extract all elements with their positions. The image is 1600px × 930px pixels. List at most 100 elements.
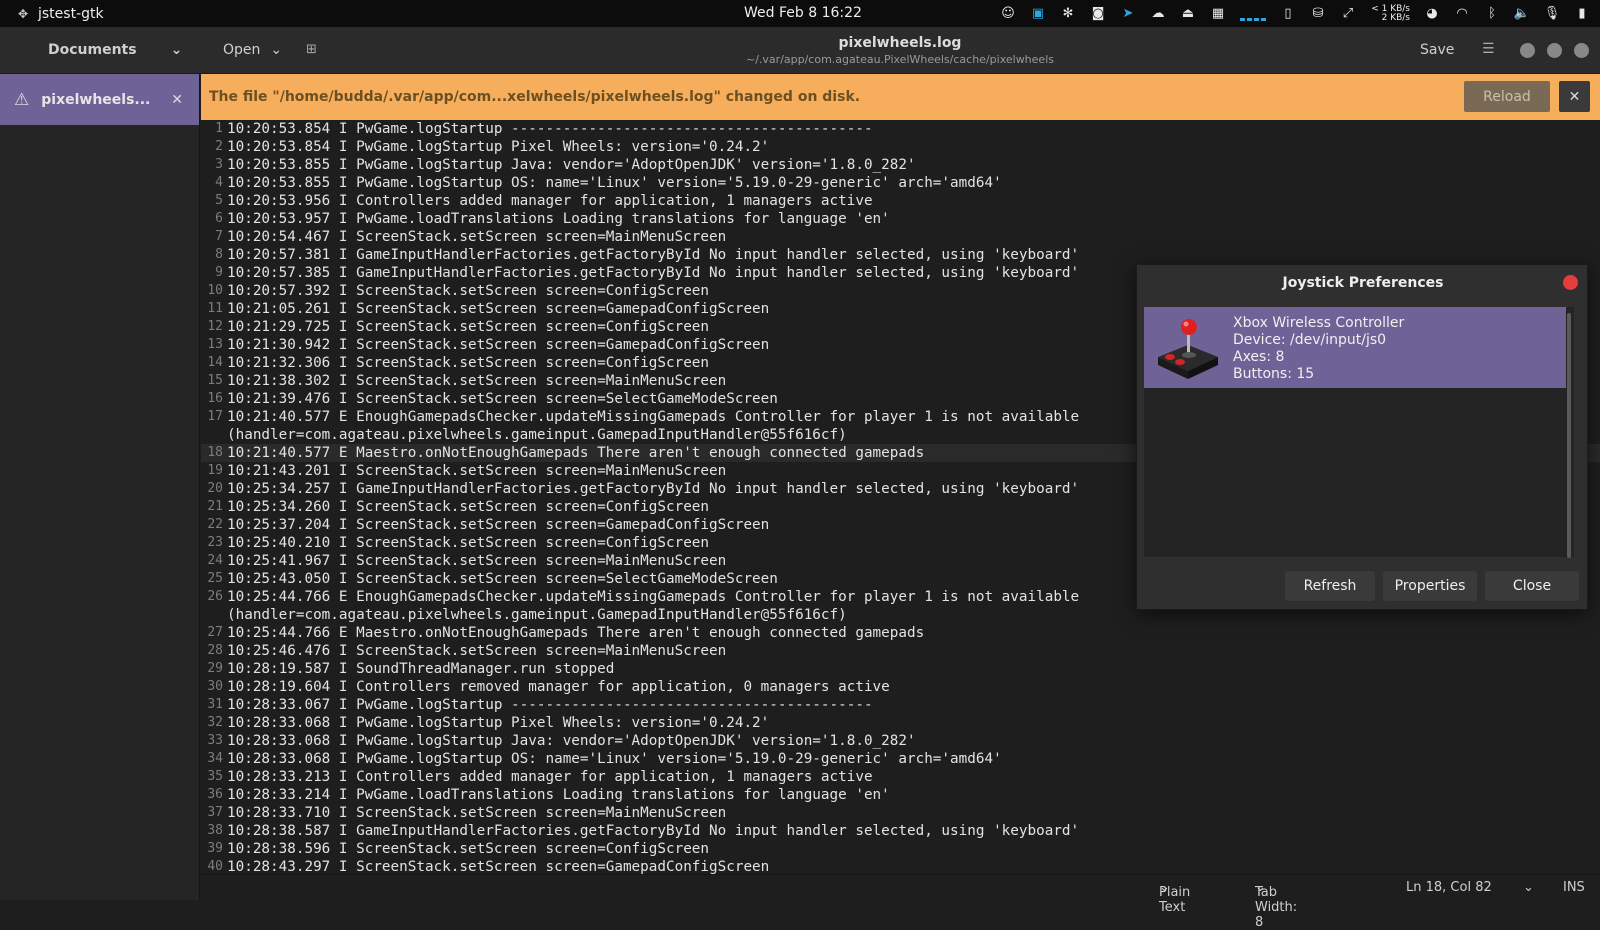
telegram-icon[interactable]: ➤ — [1120, 6, 1136, 22]
joystick-list[interactable]: Xbox Wireless Controller Device: /dev/in… — [1144, 307, 1574, 557]
cloud-icon[interactable]: ☁ — [1150, 6, 1166, 22]
editor-line[interactable]: 34 10:28:33.068 I PwGame.logStartup OS: n… — [201, 750, 1600, 768]
editor-line[interactable]: 4 10:20:53.855 I PwGame.logStartup OS: na… — [201, 174, 1600, 192]
new-document-icon[interactable]: ⊞ — [306, 42, 321, 57]
chevron-down-icon[interactable]: ⌄ — [1523, 880, 1534, 895]
list-scrollbar[interactable] — [1567, 313, 1571, 558]
dialog-title: Joystick Preferences — [1282, 275, 1444, 291]
editor-line[interactable]: 2 10:20:53.854 I PwGame.logStartup Pixel … — [201, 138, 1600, 156]
infobar-message: The file "/home/budda/.var/app/com...xel… — [209, 89, 861, 105]
line-number: 25 — [207, 571, 223, 586]
line-number: 16 — [207, 391, 223, 406]
editor-line[interactable]: 7 10:20:54.467 I ScreenStack.setScreen sc… — [201, 228, 1600, 246]
cpu-icon[interactable]: ▦ — [1210, 6, 1226, 22]
refresh-button[interactable]: Refresh — [1285, 571, 1375, 601]
line-text: 10:28:19.587 I SoundThreadManager.run st… — [227, 661, 615, 677]
insert-mode[interactable]: INS — [1563, 880, 1585, 895]
volume-icon[interactable]: 🔈 — [1514, 6, 1530, 22]
editor-line[interactable]: 29 10:28:19.587 I SoundThreadManager.run … — [201, 660, 1600, 678]
drive-icon[interactable]: ⛁ — [1310, 6, 1326, 22]
properties-button[interactable]: Properties — [1383, 571, 1477, 601]
editor-line[interactable]: 35 10:28:33.213 I Controllers added manag… — [201, 768, 1600, 786]
editor-line[interactable]: 28 10:25:46.476 I ScreenStack.setScreen s… — [201, 642, 1600, 660]
editor-line[interactable]: 33 10:28:33.068 I PwGame.logStartup Java:… — [201, 732, 1600, 750]
chevron-down-icon: ⌄ — [270, 42, 283, 58]
wifi-icon[interactable]: ◠ — [1454, 6, 1470, 22]
editor-line[interactable]: 39 10:28:38.596 I ScreenStack.setScreen s… — [201, 840, 1600, 858]
line-number: 6 — [215, 211, 223, 226]
line-number: 15 — [207, 373, 223, 388]
active-app-menu[interactable]: ✥ jstest-gtk — [0, 6, 300, 22]
line-text: 10:21:32.306 I ScreenStack.setScreen scr… — [227, 355, 710, 371]
editor-line[interactable]: 27 10:25:44.766 E Maestro.onNotEnoughGame… — [201, 624, 1600, 642]
documents-button[interactable]: Documents ⌄ — [48, 42, 182, 58]
line-text: 10:20:53.855 I PwGame.logStartup Java: v… — [227, 157, 916, 173]
editor-line[interactable]: 30 10:28:19.604 I Controllers removed man… — [201, 678, 1600, 696]
language-selector[interactable]: Plain Text ⌄ — [1159, 880, 1190, 915]
minimize-button[interactable] — [1520, 43, 1535, 58]
line-text: 10:25:43.050 I ScreenStack.setScreen scr… — [227, 571, 778, 587]
system-top-panel: ✥ jstest-gtk Wed Feb 8 16:22 ☺ ▣ ✻ ◙ ➤ ☁… — [0, 0, 1600, 27]
tab-width-selector[interactable]: Tab Width: 8 ⌄ — [1255, 880, 1297, 930]
window-subtitle: ~/.var/app/com.agateau.PixelWheels/cache… — [746, 53, 1054, 66]
editor-line[interactable]: 40 10:28:43.297 I ScreenStack.setScreen s… — [201, 858, 1600, 874]
clock[interactable]: Wed Feb 8 16:22 — [744, 5, 862, 21]
steam-icon[interactable]: ◕ — [1424, 6, 1440, 22]
editor-line[interactable]: 32 10:28:33.068 I PwGame.logStartup Pixel… — [201, 714, 1600, 732]
line-number: 10 — [207, 283, 223, 298]
maximize-button[interactable] — [1547, 43, 1562, 58]
editor-line[interactable]: 31 10:28:33.067 I PwGame.logStartup -----… — [201, 696, 1600, 714]
line-number: 9 — [215, 265, 223, 280]
battery-icon[interactable]: ▮ — [1574, 6, 1590, 22]
editor-line[interactable]: 8 10:20:57.381 I GameInputHandlerFactorie… — [201, 246, 1600, 264]
sidebar-doc-pixelwheels[interactable]: ⚠ pixelwheels.... ✕ — [0, 74, 199, 125]
editor-line[interactable]: 3 10:20:53.855 I PwGame.logStartup Java: … — [201, 156, 1600, 174]
line-number: 24 — [207, 553, 223, 568]
line-number: 33 — [207, 733, 223, 748]
joystick-buttons: Buttons: 15 — [1233, 366, 1315, 382]
open-button[interactable]: Open ⌄ — [223, 42, 282, 58]
dialog-close-dot[interactable] — [1563, 275, 1578, 290]
joystick-list-item[interactable]: Xbox Wireless Controller Device: /dev/in… — [1144, 307, 1566, 388]
editor-line[interactable]: 38 10:28:38.587 I GameInputHandlerFactori… — [201, 822, 1600, 840]
bluetooth-icon[interactable]: ᛒ — [1484, 6, 1500, 22]
screen-icon[interactable]: ▣ — [1030, 6, 1046, 22]
memory-icon[interactable]: ▯ — [1280, 6, 1296, 22]
line-text: 10:28:38.596 I ScreenStack.setScreen scr… — [227, 841, 710, 857]
hamburger-menu-icon[interactable]: ☰ — [1482, 41, 1495, 57]
editor-line[interactable]: 36 10:28:33.214 I PwGame.loadTranslations… — [201, 786, 1600, 804]
line-text: 10:20:53.956 I Controllers added manager… — [227, 193, 873, 209]
line-text: 10:21:39.476 I ScreenStack.setScreen scr… — [227, 391, 778, 407]
chevron-down-icon: ⌄ — [170, 42, 183, 58]
smiley-icon[interactable]: ☺ — [1000, 6, 1016, 22]
resize-icon[interactable]: ⤢ — [1340, 6, 1356, 22]
eject-icon[interactable]: ⏏ — [1180, 6, 1196, 22]
line-number: 8 — [215, 247, 223, 262]
line-number: 22 — [207, 517, 223, 532]
slack-icon[interactable]: ✻ — [1060, 6, 1076, 22]
line-text: 10:21:30.942 I ScreenStack.setScreen scr… — [227, 337, 770, 353]
editor-line[interactable]: 5 10:20:53.956 I Controllers added manage… — [201, 192, 1600, 210]
line-number: 17 — [207, 409, 223, 424]
save-button[interactable]: Save — [1420, 42, 1454, 58]
line-text: 10:20:53.854 I PwGame.logStartup Pixel W… — [227, 139, 770, 155]
editor-header-bar: Documents ⌄ Open ⌄ ⊞ pixelwheels.log ~/.… — [0, 27, 1600, 74]
dismiss-infobar-button[interactable]: ✕ — [1559, 81, 1590, 112]
cursor-position[interactable]: Ln 18, Col 82 — [1406, 880, 1492, 895]
line-number: 34 — [207, 751, 223, 766]
line-text: 10:28:33.068 I PwGame.logStartup Java: v… — [227, 733, 916, 749]
close-window-button[interactable] — [1574, 43, 1589, 58]
line-text: 10:20:54.467 I ScreenStack.setScreen scr… — [227, 229, 727, 245]
discord-icon[interactable]: ◙ — [1090, 6, 1106, 22]
microphone-icon[interactable]: 🎙 — [1544, 6, 1561, 22]
editor-line[interactable]: 37 10:28:33.710 I ScreenStack.setScreen s… — [201, 804, 1600, 822]
editor-line[interactable]: 6 10:20:53.957 I PwGame.loadTranslations … — [201, 210, 1600, 228]
line-number: 30 — [207, 679, 223, 694]
status-bar: Plain Text ⌄ Tab Width: 8 ⌄ Ln 18, Col 8… — [201, 874, 1600, 930]
line-text: 10:28:38.587 I GameInputHandlerFactories… — [227, 823, 1080, 839]
line-number: 20 — [207, 481, 223, 496]
reload-button[interactable]: Reload — [1464, 81, 1550, 112]
close-doc-icon[interactable]: ✕ — [171, 92, 183, 108]
close-button[interactable]: Close — [1485, 571, 1579, 601]
editor-line[interactable]: 1 10:20:53.854 I PwGame.logStartup ------… — [201, 120, 1600, 138]
